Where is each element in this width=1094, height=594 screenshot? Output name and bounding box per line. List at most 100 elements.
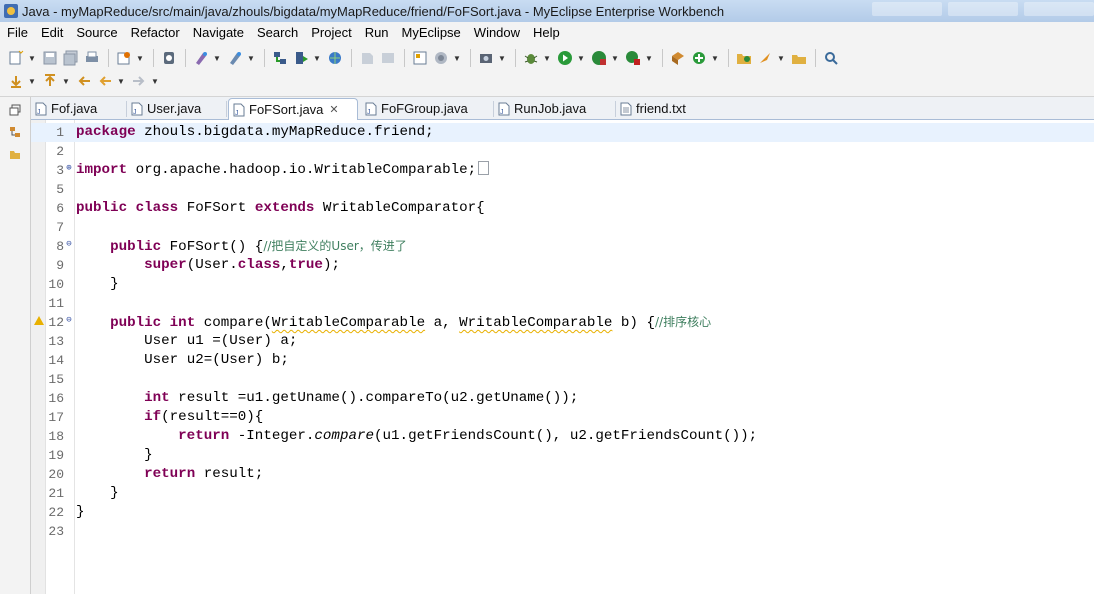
restore-icon[interactable]	[6, 101, 24, 119]
rocket-icon[interactable]	[755, 48, 775, 68]
deploy-icon[interactable]	[270, 48, 290, 68]
dropdown-icon[interactable]: ▼	[776, 48, 786, 68]
dropdown-icon[interactable]: ▼	[212, 48, 222, 68]
code-editor[interactable]: 1 package zhouls.bigdata.myMapReduce.fri…	[31, 120, 1094, 594]
code-line: 6 public class FoFSort extends WritableC…	[31, 199, 1094, 218]
menu-help[interactable]: Help	[526, 25, 566, 40]
open-folder-icon[interactable]	[734, 48, 754, 68]
run-server-icon[interactable]	[291, 48, 311, 68]
dropdown-icon[interactable]: ▼	[610, 48, 620, 68]
dropdown-icon[interactable]: ▼	[116, 71, 126, 91]
editor-tab-bar: J Fof.java J User.java J FoFSort.java ✕ …	[31, 97, 1094, 121]
folded-imports-box[interactable]	[478, 161, 490, 175]
menu-project[interactable]: Project	[304, 25, 357, 40]
open-perspective-icon[interactable]	[410, 48, 430, 68]
code-text: User u1 =(User) a;	[144, 333, 298, 349]
nav-forward-icon[interactable]	[129, 71, 149, 91]
menu-myeclipse[interactable]: MyEclipse	[395, 25, 467, 40]
window-title-bar[interactable]: Java - myMapReduce/src/main/java/zhouls/…	[0, 0, 1094, 22]
coverage-icon[interactable]	[431, 48, 451, 68]
code-text: (result==0){	[161, 409, 264, 425]
tab-fofsort-java[interactable]: J FoFSort.java ✕	[228, 98, 358, 121]
run-coverage-icon[interactable]	[589, 48, 609, 68]
external-tools-icon[interactable]	[623, 48, 643, 68]
menu-run[interactable]: Run	[358, 25, 395, 40]
dropdown-icon[interactable]: ▼	[246, 48, 256, 68]
new-icon[interactable]	[6, 48, 26, 68]
forward-icon[interactable]	[378, 48, 398, 68]
new-dropdown-icon[interactable]: ▼	[27, 48, 37, 68]
new-class-icon[interactable]	[668, 48, 688, 68]
dropdown-icon[interactable]: ▼	[542, 48, 552, 68]
tab-fof-java[interactable]: J Fof.java	[31, 98, 127, 119]
dropdown-icon[interactable]: ▼	[27, 71, 37, 91]
camera-icon[interactable]	[476, 48, 496, 68]
previous-annotation-icon[interactable]	[40, 71, 60, 91]
new-package-icon[interactable]	[689, 48, 709, 68]
expand-fold-icon[interactable]: ⊕	[65, 164, 73, 173]
line-number: 18	[48, 429, 64, 444]
search-icon[interactable]	[821, 48, 841, 68]
blurred-region	[1024, 2, 1094, 16]
menu-navigate[interactable]: Navigate	[186, 25, 250, 40]
dropdown-icon[interactable]: ▼	[644, 48, 654, 68]
menu-source[interactable]: Source	[69, 25, 123, 40]
keyword: true	[288, 257, 323, 273]
keyword: extends	[254, 200, 315, 216]
save-icon[interactable]	[40, 48, 60, 68]
dropdown-icon[interactable]: ▼	[312, 48, 322, 68]
line-number: 17	[48, 410, 64, 425]
next-annotation-icon[interactable]	[6, 71, 26, 91]
close-icon[interactable]: ✕	[329, 103, 338, 116]
code-line: 23	[31, 522, 1094, 541]
dropdown-icon[interactable]: ▼	[576, 48, 586, 68]
open-type-icon[interactable]	[225, 48, 245, 68]
line-number: 14	[48, 353, 64, 368]
new-web-project-icon[interactable]	[114, 48, 134, 68]
svg-text:J: J	[367, 109, 371, 116]
browser-icon[interactable]	[325, 48, 345, 68]
tab-user-java[interactable]: J User.java	[127, 98, 227, 119]
hierarchy-icon[interactable]	[6, 123, 24, 141]
debug-icon[interactable]	[521, 48, 541, 68]
menu-refactor[interactable]: Refactor	[124, 25, 186, 40]
print-icon[interactable]	[82, 48, 102, 68]
save-all-icon[interactable]	[61, 48, 81, 68]
code-text: (User.	[186, 257, 238, 273]
dropdown-icon[interactable]: ▼	[135, 48, 145, 68]
tab-label: FoFGroup.java	[381, 101, 468, 116]
run-icon[interactable]	[555, 48, 575, 68]
java-file-icon: J	[131, 102, 143, 116]
line-number: 13	[48, 334, 64, 349]
menu-search[interactable]: Search	[250, 25, 304, 40]
dropdown-icon[interactable]: ▼	[497, 48, 507, 68]
menu-window[interactable]: Window	[467, 25, 526, 40]
tab-fofgroup-java[interactable]: J FoFGroup.java	[361, 98, 494, 119]
tab-runjob-java[interactable]: J RunJob.java	[494, 98, 616, 119]
dropdown-icon[interactable]: ▼	[452, 48, 462, 68]
dropdown-icon[interactable]: ▼	[150, 71, 160, 91]
collapse-fold-icon[interactable]: ⊖	[65, 316, 73, 325]
dropdown-icon[interactable]: ▼	[61, 71, 71, 91]
tab-friend-txt[interactable]: friend.txt	[616, 98, 716, 119]
server-icon[interactable]	[159, 48, 179, 68]
keyword: import	[76, 162, 128, 178]
menu-file[interactable]: File	[0, 25, 34, 40]
menu-edit[interactable]: Edit	[34, 25, 69, 40]
code-text: WritableComparator{	[314, 200, 485, 216]
open-project-icon[interactable]	[789, 48, 809, 68]
package-explorer-icon[interactable]	[6, 145, 24, 163]
last-edit-icon[interactable]	[74, 71, 94, 91]
new-java-icon[interactable]	[191, 48, 211, 68]
dropdown-icon[interactable]: ▼	[710, 48, 720, 68]
toolbar-separator	[264, 49, 265, 67]
nav-back-icon[interactable]	[95, 71, 115, 91]
svg-text:J: J	[235, 110, 239, 117]
collapse-fold-icon[interactable]: ⊖	[65, 240, 73, 249]
line-number: 15	[48, 372, 64, 387]
code-line: 11	[31, 294, 1094, 313]
back-icon[interactable]	[357, 48, 377, 68]
menu-bar: File Edit Source Refactor Navigate Searc…	[0, 22, 1094, 42]
code-line: 16 int result =u1.getUname().compareTo(u…	[31, 389, 1094, 408]
warning-icon[interactable]	[34, 316, 44, 326]
